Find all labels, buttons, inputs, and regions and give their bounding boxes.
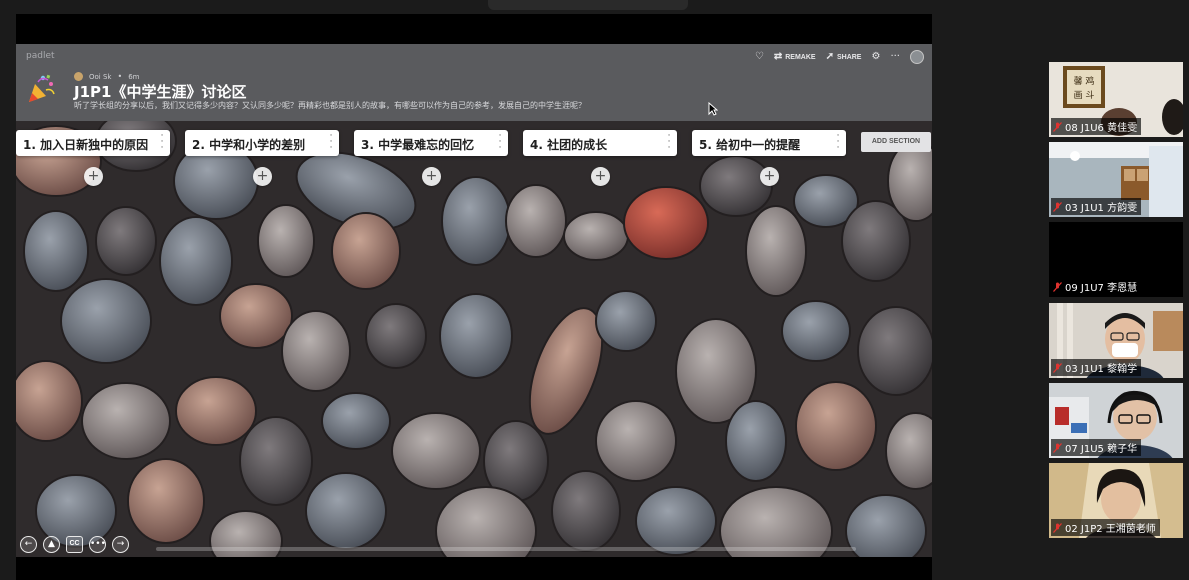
share-label: SHARE bbox=[836, 53, 862, 61]
zoom-meeting-window: padlet ♡ ⇄ REMAKE ➚ SHARE ⚙ ··· Ooi Sk •… bbox=[0, 0, 1189, 580]
add-section-button[interactable]: ADD SECTION bbox=[861, 132, 931, 152]
kebab-menu-icon[interactable]: · · · bbox=[328, 132, 334, 153]
padlet-logo[interactable]: padlet bbox=[26, 51, 55, 61]
more-icon[interactable]: ··· bbox=[890, 52, 900, 62]
svg-text:馨 鸡: 馨 鸡 bbox=[1074, 75, 1095, 87]
participant-name: 07 J1U5 赖子华 bbox=[1065, 444, 1138, 455]
author-avatar bbox=[74, 72, 83, 81]
participant-label: 09 J1U7 李恩慧 bbox=[1051, 278, 1142, 295]
more-options-button[interactable]: ••• bbox=[89, 536, 106, 553]
kebab-menu-icon[interactable]: · · · bbox=[159, 132, 165, 153]
section-title: 4. 社团的成长 bbox=[530, 138, 608, 152]
remake-button[interactable]: ⇄ REMAKE bbox=[774, 52, 816, 62]
mic-off-icon bbox=[1053, 121, 1062, 132]
section-header-4[interactable]: 4. 社团的成长 · · · bbox=[523, 130, 677, 156]
kebab-menu-icon[interactable]: · · · bbox=[497, 132, 503, 153]
kebab-menu-icon[interactable]: · · · bbox=[835, 132, 841, 153]
pebble-wallpaper bbox=[16, 121, 932, 557]
share-top-bar bbox=[16, 14, 932, 44]
horizontal-scrollbar[interactable] bbox=[156, 547, 856, 551]
heart-icon[interactable]: ♡ bbox=[755, 52, 764, 62]
author-name[interactable]: Ooi Sk bbox=[89, 73, 111, 81]
section-title: 3. 中学最难忘的回忆 bbox=[361, 138, 475, 152]
mic-off-icon bbox=[1053, 362, 1062, 373]
add-post-button[interactable]: + bbox=[422, 167, 441, 186]
accessibility-icon[interactable]: ▲ bbox=[43, 536, 60, 553]
time-ago: 6m bbox=[128, 72, 140, 81]
party-popper-icon bbox=[29, 74, 55, 102]
participant-tile[interactable]: 07 J1U5 赖子华 bbox=[1049, 383, 1183, 458]
owner-avatar[interactable] bbox=[910, 50, 924, 64]
svg-text:画 斗: 画 斗 bbox=[1074, 90, 1095, 101]
back-arrow-icon[interactable]: ← bbox=[20, 536, 37, 553]
bottom-controls: ← ▲ CC ••• → bbox=[20, 536, 129, 553]
board-description: 听了学长组的分享以后，我们又记得多少内容？又认同多少呢？再精彩也都是别人的故事，… bbox=[74, 101, 586, 110]
participant-label: 03 J1U1 黎翰学 bbox=[1051, 359, 1142, 376]
participant-name: 02 J1P2 王湘茵老师 bbox=[1065, 524, 1156, 535]
participant-tile[interactable]: 03 J1U1 黎翰学 bbox=[1049, 303, 1183, 378]
section-header-5[interactable]: 5. 给初中一的提醒 · · · bbox=[692, 130, 846, 156]
section-header-3[interactable]: 3. 中学最难忘的回忆 · · · bbox=[354, 130, 508, 156]
remake-icon: ⇄ bbox=[773, 51, 783, 62]
section-title: 1. 加入日新独中的原因 bbox=[23, 138, 149, 152]
padlet-board: padlet ♡ ⇄ REMAKE ➚ SHARE ⚙ ··· Ooi Sk •… bbox=[16, 44, 932, 557]
add-post-button[interactable]: + bbox=[591, 167, 610, 186]
remake-label: REMAKE bbox=[785, 53, 816, 61]
mic-off-icon bbox=[1053, 522, 1062, 533]
forward-arrow-icon[interactable]: → bbox=[112, 536, 129, 553]
share-bottom-bar bbox=[16, 557, 932, 580]
participant-label: 02 J1P2 王湘茵老师 bbox=[1051, 519, 1160, 536]
section-header-2[interactable]: 2. 中学和小学的差别 · · · bbox=[185, 130, 339, 156]
share-button[interactable]: ➚ SHARE bbox=[826, 52, 862, 62]
pebble-wallpaper-image bbox=[16, 121, 932, 557]
share-icon: ➚ bbox=[825, 51, 834, 62]
participant-label: 08 J1U6 黄佳雯 bbox=[1051, 118, 1142, 135]
participant-tile[interactable]: 09 J1U7 李恩慧 bbox=[1049, 222, 1183, 297]
participant-tile[interactable]: 03 J1U1 方韵雯 bbox=[1049, 142, 1183, 217]
participant-tile[interactable]: 02 J1P2 王湘茵老师 bbox=[1049, 463, 1183, 538]
participant-name: 08 J1U6 黄佳雯 bbox=[1065, 123, 1138, 134]
section-header-1[interactable]: 1. 加入日新独中的原因 · · · bbox=[16, 130, 170, 156]
participant-label: 07 J1U5 赖子华 bbox=[1051, 439, 1142, 456]
add-post-button[interactable]: + bbox=[84, 167, 103, 186]
closed-captions-button[interactable]: CC bbox=[66, 536, 83, 553]
participant-label: 03 J1U1 方韵雯 bbox=[1051, 198, 1142, 215]
participant-name: 03 J1U1 黎翰学 bbox=[1065, 364, 1138, 375]
separator-dot: • bbox=[117, 72, 123, 81]
padlet-header: padlet ♡ ⇄ REMAKE ➚ SHARE ⚙ ··· Ooi Sk •… bbox=[16, 44, 932, 121]
mic-off-icon bbox=[1053, 442, 1062, 453]
author-line: Ooi Sk • 6m bbox=[74, 72, 139, 81]
participant-name: 09 J1U7 李恩慧 bbox=[1065, 283, 1138, 294]
mic-off-icon bbox=[1053, 281, 1062, 292]
section-title: 5. 给初中一的提醒 bbox=[699, 138, 801, 152]
participant-tile[interactable]: 馨 鸡 画 斗 08 J1U6 黄佳雯 bbox=[1049, 62, 1183, 137]
participant-name: 03 J1U1 方韵雯 bbox=[1065, 203, 1138, 214]
add-post-button[interactable]: + bbox=[760, 167, 779, 186]
header-actions: ♡ ⇄ REMAKE ➚ SHARE ⚙ ··· bbox=[755, 50, 924, 64]
kebab-menu-icon[interactable]: · · · bbox=[666, 132, 672, 153]
mouse-cursor-icon bbox=[708, 102, 718, 116]
sharing-control-tab[interactable] bbox=[488, 0, 688, 10]
add-post-button[interactable]: + bbox=[253, 167, 272, 186]
gear-icon[interactable]: ⚙ bbox=[871, 52, 880, 62]
mic-off-icon bbox=[1053, 201, 1062, 212]
board-title: J1P1《中学生涯》讨论区 bbox=[74, 83, 247, 101]
section-title: 2. 中学和小学的差别 bbox=[192, 138, 306, 152]
